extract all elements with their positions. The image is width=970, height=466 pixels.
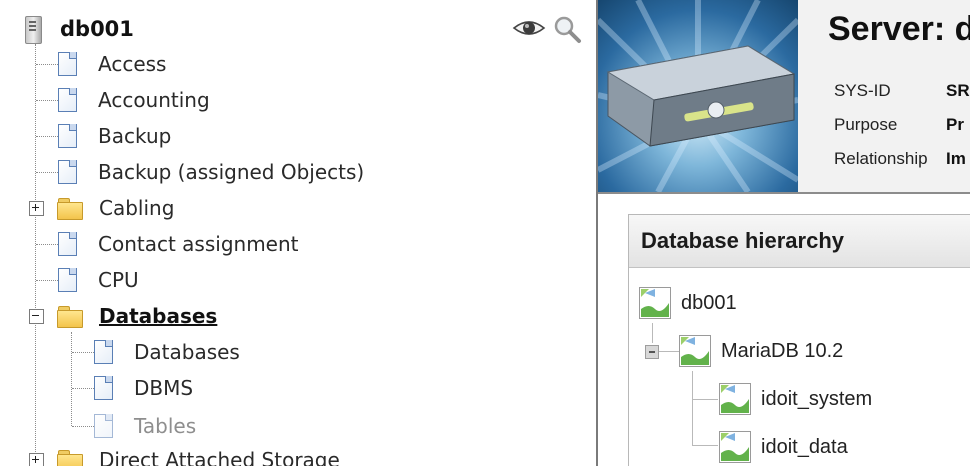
server-device-image	[598, 0, 798, 192]
hierarchy-node-label: MariaDB 10.2	[721, 339, 844, 362]
tree-item-direct-attached-storage[interactable]: Direct Attached Storage	[29, 442, 340, 466]
expand-toggle-icon[interactable]	[29, 452, 44, 466]
image-placeholder-icon	[719, 431, 751, 463]
image-placeholder-icon	[679, 335, 711, 367]
info-row-sys-id: SYS-ID SR	[834, 74, 970, 108]
object-content-panel: Server: d SYS-ID SR Purpose Pr Relations…	[598, 0, 970, 466]
tree-root-node[interactable]: db001	[22, 14, 134, 44]
info-key: Relationship	[834, 149, 928, 168]
info-value: SR	[946, 81, 970, 100]
info-key: Purpose	[834, 115, 898, 134]
hierarchy-connector	[652, 323, 653, 343]
server-icon	[22, 15, 44, 44]
hierarchy-connector	[657, 351, 679, 352]
tree-item-cabling[interactable]: Cabling	[29, 190, 174, 226]
tree-root-label: db001	[60, 17, 134, 41]
info-value: Pr	[946, 115, 964, 134]
tree-item-contact-assignment[interactable]: Contact assignment	[36, 226, 299, 262]
info-key: SYS-ID	[834, 81, 891, 100]
hierarchy-connector	[692, 371, 693, 445]
tree-item-label: Access	[98, 52, 167, 76]
document-icon	[58, 88, 77, 112]
object-info-table: SYS-ID SR Purpose Pr Relationship Im	[834, 74, 970, 176]
tree-item-label: Backup (assigned Objects)	[98, 160, 365, 184]
hierarchy-node-label: idoit_data	[761, 435, 848, 458]
tree-item-label: Databases	[99, 304, 218, 328]
tree-item-databases-folder[interactable]: Databases	[29, 298, 217, 334]
section-title: Database hierarchy	[629, 215, 970, 268]
document-icon	[58, 124, 77, 148]
expand-toggle-icon[interactable]	[29, 200, 44, 216]
tree-item-label: Databases	[134, 340, 240, 364]
tree-item-label: Contact assignment	[98, 232, 299, 256]
object-tree-panel: db001 Access Accounting Backup Backup (a…	[0, 0, 596, 466]
document-icon	[58, 232, 77, 256]
tree-item-tables[interactable]: Tables	[72, 408, 196, 444]
hierarchy-node-label: db001	[681, 291, 737, 314]
folder-icon	[57, 197, 83, 220]
folder-icon	[57, 449, 83, 466]
tree-item-access[interactable]: Access	[36, 46, 166, 82]
info-row-relationship: Relationship Im	[834, 142, 970, 176]
image-placeholder-icon	[639, 287, 671, 319]
magnifier-icon[interactable]	[552, 14, 582, 44]
database-hierarchy-section: Database hierarchy db001 MariaDB 10.2 id…	[628, 214, 970, 466]
tree-item-label: Backup	[98, 124, 172, 148]
hierarchy-node-idoit-system[interactable]: idoit_system	[719, 381, 872, 417]
page-title: Server: d	[828, 10, 970, 48]
info-value: Im	[946, 149, 966, 168]
tree-item-cpu[interactable]: CPU	[36, 262, 139, 298]
document-icon	[58, 160, 77, 184]
hierarchy-connector	[692, 445, 718, 446]
tree-item-label: Cabling	[99, 196, 175, 220]
tree-item-accounting[interactable]: Accounting	[36, 82, 210, 118]
object-header: Server: d SYS-ID SR Purpose Pr Relations…	[598, 0, 970, 194]
collapse-toggle-icon[interactable]	[29, 308, 44, 324]
folder-open-icon	[57, 305, 83, 328]
image-placeholder-icon	[719, 383, 751, 415]
tree-item-databases[interactable]: Databases	[72, 334, 240, 370]
collapse-toggle-icon[interactable]	[645, 345, 659, 359]
document-icon	[94, 414, 113, 438]
document-icon	[94, 340, 113, 364]
eye-icon[interactable]	[512, 16, 546, 40]
info-row-purpose: Purpose Pr	[834, 108, 970, 142]
hierarchy-node-mariadb[interactable]: MariaDB 10.2	[679, 333, 843, 369]
document-icon	[58, 52, 77, 76]
hierarchy-node-db001[interactable]: db001	[639, 285, 737, 321]
tree-item-dbms[interactable]: DBMS	[72, 370, 193, 406]
document-icon	[94, 376, 113, 400]
tree-item-label: CPU	[98, 268, 139, 292]
tree-item-backup[interactable]: Backup	[36, 118, 171, 154]
hierarchy-node-idoit-data[interactable]: idoit_data	[719, 429, 848, 465]
tree-item-backup-assigned-objects[interactable]: Backup (assigned Objects)	[36, 154, 364, 190]
hierarchy-connector	[692, 399, 718, 400]
tree-item-label: Accounting	[98, 88, 210, 112]
document-icon	[58, 268, 77, 292]
tree-item-label: Tables	[134, 414, 197, 438]
tree-item-label: DBMS	[134, 376, 194, 400]
tree-item-label: Direct Attached Storage	[99, 448, 340, 466]
hierarchy-node-label: idoit_system	[761, 387, 873, 410]
